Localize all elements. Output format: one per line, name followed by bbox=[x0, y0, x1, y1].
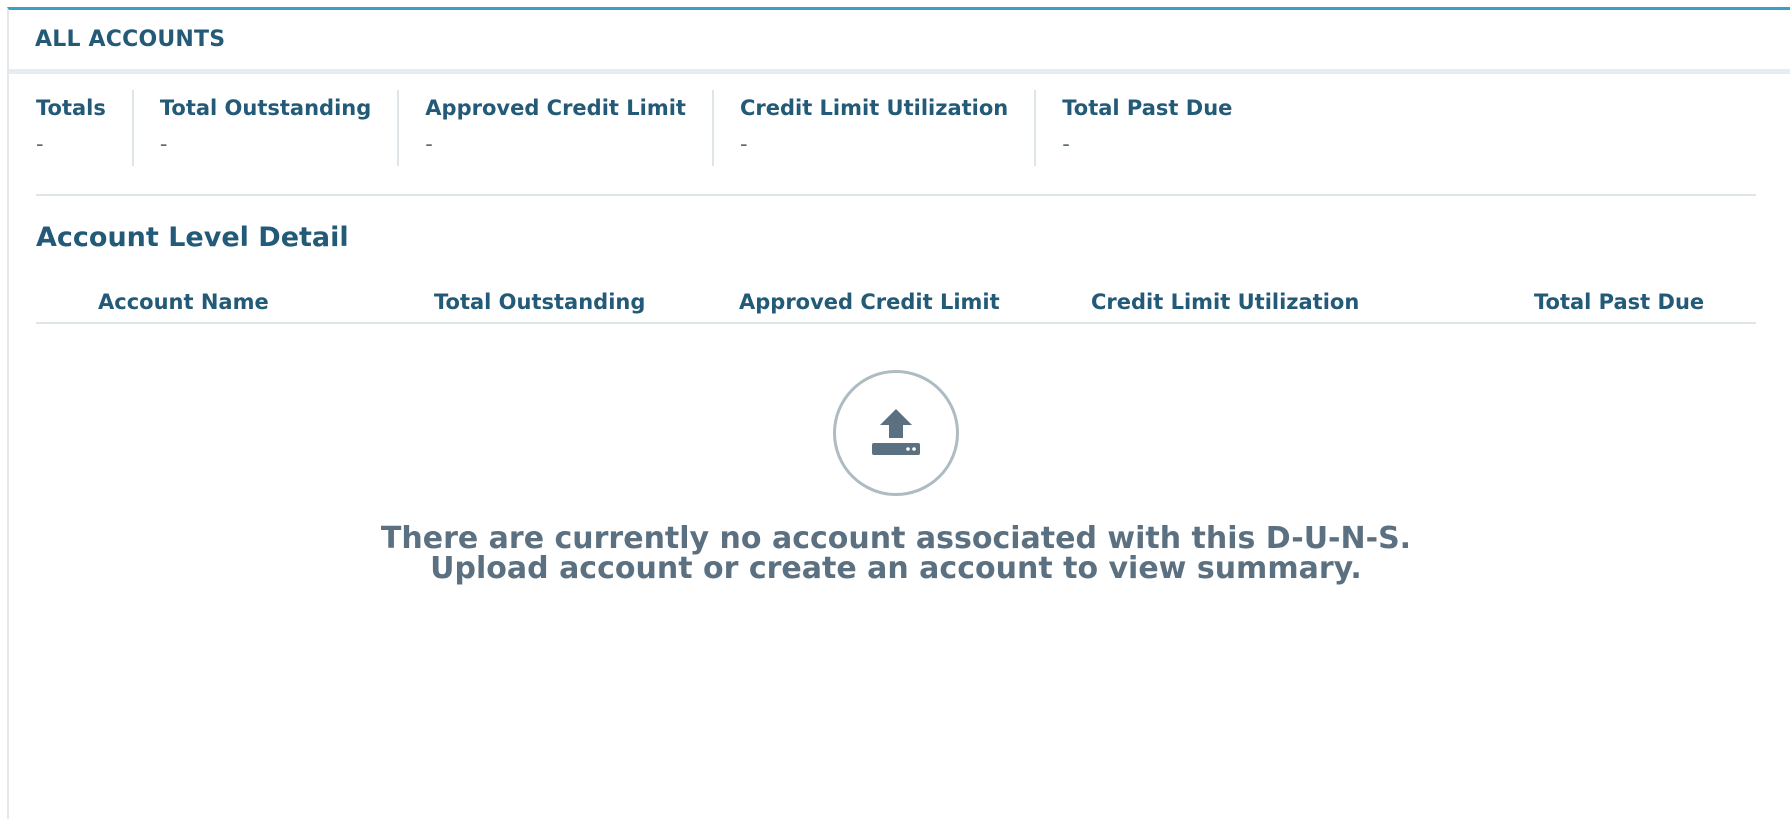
section-divider bbox=[36, 194, 1756, 196]
totals-summary: Totals - Total Outstanding - Approved Cr… bbox=[36, 90, 1284, 174]
approved-credit-limit-value: - bbox=[425, 132, 433, 156]
totals-label: Totals bbox=[36, 96, 106, 120]
totals-col-total-outstanding: Total Outstanding - bbox=[159, 90, 400, 166]
approved-credit-limit-label: Approved Credit Limit bbox=[425, 96, 686, 120]
column-header-approved-credit-limit[interactable]: Approved Credit Limit bbox=[739, 290, 1000, 314]
total-outstanding-label: Total Outstanding bbox=[159, 96, 372, 120]
credit-limit-utilization-label: Credit Limit Utilization bbox=[739, 96, 1009, 120]
panel-title: ALL ACCOUNTS bbox=[35, 27, 226, 52]
account-table-header: Account Name Total Outstanding Approved … bbox=[36, 286, 1756, 324]
total-past-due-label: Total Past Due bbox=[1062, 96, 1233, 120]
total-past-due-value: - bbox=[1062, 132, 1070, 156]
credit-limit-utilization-value: - bbox=[739, 132, 748, 156]
column-header-total-outstanding[interactable]: Total Outstanding bbox=[434, 290, 645, 314]
totals-col-credit-limit-utilization: Credit Limit Utilization - bbox=[739, 90, 1037, 166]
empty-state-message: There are currently no account associate… bbox=[381, 524, 1411, 584]
column-header-account-name[interactable]: Account Name bbox=[98, 290, 269, 314]
empty-state-line-2: Upload account or create an account to v… bbox=[430, 551, 1362, 586]
panel-header: ALL ACCOUNTS bbox=[9, 10, 1790, 74]
totals-value: - bbox=[36, 132, 44, 156]
account-level-detail-title: Account Level Detail bbox=[36, 222, 349, 253]
upload-tray-icon bbox=[833, 370, 959, 496]
total-outstanding-value: - bbox=[159, 132, 168, 156]
totals-col-total-past-due: Total Past Due - bbox=[1062, 90, 1258, 166]
upload-tray-icon-graphic bbox=[872, 409, 920, 455]
column-header-total-past-due[interactable]: Total Past Due bbox=[1534, 290, 1704, 314]
empty-state-line-1: There are currently no account associate… bbox=[380, 521, 1412, 556]
totals-col-approved-credit-limit: Approved Credit Limit - bbox=[425, 90, 714, 166]
totals-col-totals: Totals - bbox=[36, 90, 134, 166]
column-header-credit-limit-utilization[interactable]: Credit Limit Utilization bbox=[1091, 290, 1359, 314]
empty-state: There are currently no account associate… bbox=[36, 370, 1756, 584]
